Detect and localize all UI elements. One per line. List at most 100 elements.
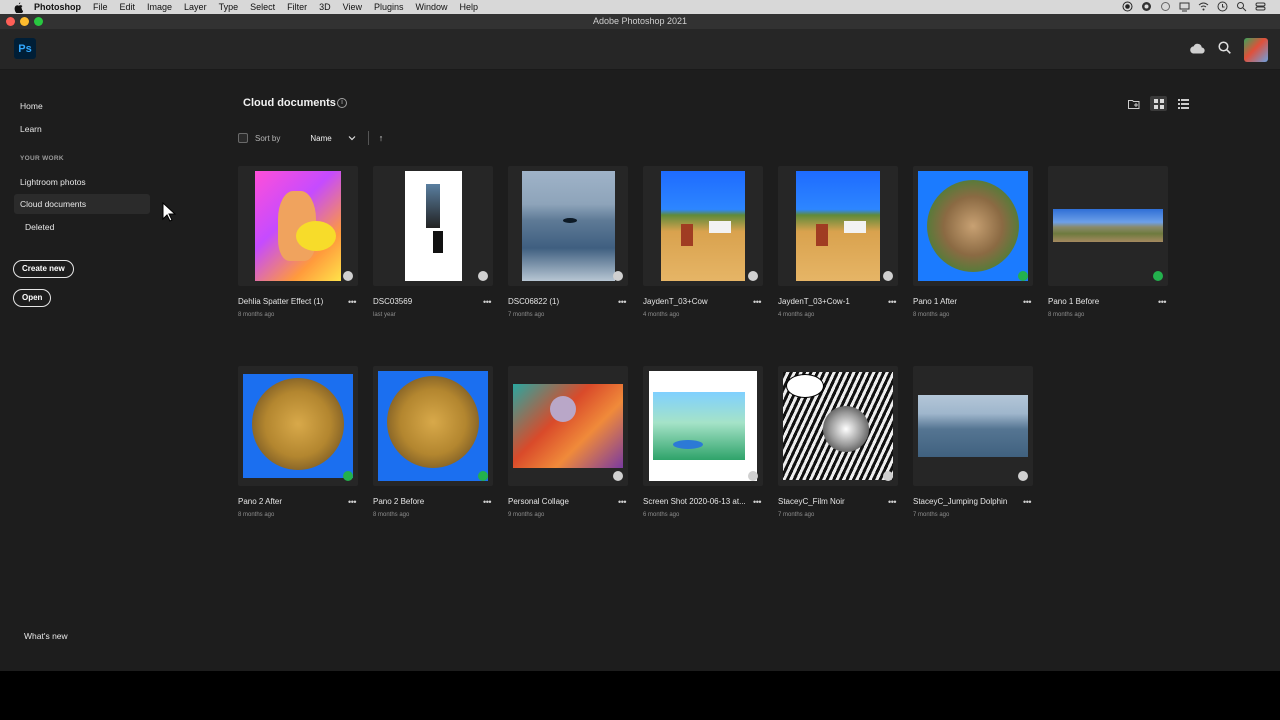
synced-status-icon xyxy=(1018,271,1028,281)
cloud-status-icon xyxy=(748,471,758,481)
new-folder-icon[interactable] xyxy=(1125,96,1142,111)
open-button[interactable]: Open xyxy=(13,289,52,307)
more-options-icon[interactable]: ••• xyxy=(348,497,356,507)
document-thumbnail[interactable] xyxy=(778,366,898,486)
document-name: DSC03569 xyxy=(373,297,413,306)
cloud-status-icon xyxy=(613,271,623,281)
mouse-cursor-icon xyxy=(162,202,176,222)
document-thumbnail[interactable] xyxy=(913,366,1033,486)
avatar[interactable] xyxy=(1244,38,1268,62)
document-date: 4 months ago xyxy=(643,312,680,318)
menu-filter[interactable]: Filter xyxy=(287,0,307,14)
menu-edit[interactable]: Edit xyxy=(120,0,136,14)
menu-help[interactable]: Help xyxy=(460,0,479,14)
document-name: Pano 2 Before xyxy=(373,497,425,506)
wifi-icon[interactable] xyxy=(1198,1,1209,12)
grid-view-icon[interactable] xyxy=(1150,96,1167,111)
record-icon[interactable] xyxy=(1122,1,1133,12)
more-options-icon[interactable]: ••• xyxy=(888,497,896,507)
more-options-icon[interactable]: ••• xyxy=(618,497,626,507)
chevron-down-icon[interactable] xyxy=(348,134,356,142)
document-thumbnail[interactable] xyxy=(238,166,358,286)
list-view-icon[interactable] xyxy=(1175,96,1192,111)
display-icon[interactable] xyxy=(1179,1,1190,12)
cloud-status-icon xyxy=(748,271,758,281)
sort-dropdown[interactable]: Name xyxy=(310,134,331,143)
document-date: 8 months ago xyxy=(238,512,275,518)
select-all-checkbox[interactable] xyxy=(238,133,248,143)
document-name: StaceyC_Film Noir xyxy=(778,497,845,506)
sidebar-item-learn[interactable]: Learn xyxy=(14,119,150,139)
more-options-icon[interactable]: ••• xyxy=(483,497,491,507)
menu-type[interactable]: Type xyxy=(219,0,239,14)
sort-by-label: Sort by xyxy=(255,133,281,143)
minimize-window-button[interactable] xyxy=(20,17,29,26)
divider xyxy=(367,131,369,145)
control-center-icon[interactable] xyxy=(1255,1,1266,12)
create-new-button[interactable]: Create new xyxy=(13,260,74,278)
menu-layer[interactable]: Layer xyxy=(184,0,207,14)
more-options-icon[interactable]: ••• xyxy=(1023,497,1031,507)
sidebar-item-cloud-documents[interactable]: Cloud documents xyxy=(14,194,150,214)
document-date: 8 months ago xyxy=(373,512,410,518)
more-options-icon[interactable]: ••• xyxy=(1023,297,1031,307)
document-thumbnail[interactable] xyxy=(373,166,493,286)
sidebar-item-lightroom-photos[interactable]: Lightroom photos xyxy=(14,172,150,192)
document-thumbnail[interactable] xyxy=(238,366,358,486)
document-thumbnail[interactable] xyxy=(643,166,763,286)
apple-icon[interactable] xyxy=(12,1,24,13)
more-options-icon[interactable]: ••• xyxy=(483,297,491,307)
spotlight-icon[interactable] xyxy=(1236,1,1247,12)
zoom-window-button[interactable] xyxy=(34,17,43,26)
document-thumbnail[interactable] xyxy=(508,166,628,286)
window-title-bar: Adobe Photoshop 2021 xyxy=(0,14,1280,29)
document-thumbnail[interactable] xyxy=(1048,166,1168,286)
menu-image[interactable]: Image xyxy=(147,0,172,14)
close-window-button[interactable] xyxy=(6,17,15,26)
clock-icon[interactable] xyxy=(1217,1,1228,12)
menu-plugins[interactable]: Plugins xyxy=(374,0,404,14)
more-options-icon[interactable]: ••• xyxy=(1158,297,1166,307)
cloud-status-icon xyxy=(883,471,893,481)
bottom-letterbox xyxy=(0,671,1280,720)
sync-icon[interactable] xyxy=(1160,1,1171,12)
menu-3d[interactable]: 3D xyxy=(319,0,331,14)
sort-ascending-icon[interactable]: ↑ xyxy=(379,133,384,143)
menu-view[interactable]: View xyxy=(343,0,362,14)
menu-window[interactable]: Window xyxy=(416,0,448,14)
document-thumbnail[interactable] xyxy=(913,166,1033,286)
more-options-icon[interactable]: ••• xyxy=(753,297,761,307)
document-date: last year xyxy=(373,312,396,318)
page-title: Cloud documents xyxy=(243,97,336,109)
document-date: 7 months ago xyxy=(913,512,950,518)
more-options-icon[interactable]: ••• xyxy=(618,297,626,307)
cloud-status-icon xyxy=(343,271,353,281)
document-date: 8 months ago xyxy=(913,312,950,318)
sidebar-item-home[interactable]: Home xyxy=(14,96,150,116)
menu-photoshop[interactable]: Photoshop xyxy=(34,0,81,14)
document-date: 7 months ago xyxy=(778,512,815,518)
document-name: JaydenT_03+Cow-1 xyxy=(778,297,850,306)
document-thumbnail[interactable] xyxy=(508,366,628,486)
document-thumbnail[interactable] xyxy=(643,366,763,486)
sidebar-item-deleted[interactable]: Deleted xyxy=(19,217,155,237)
document-name: Pano 1 After xyxy=(913,297,958,306)
synced-status-icon xyxy=(343,471,353,481)
cloud-status-icon xyxy=(613,471,623,481)
menu-file[interactable]: File xyxy=(93,0,108,14)
camera-icon[interactable] xyxy=(1141,1,1152,12)
more-options-icon[interactable]: ••• xyxy=(888,297,896,307)
document-date: 8 months ago xyxy=(238,312,275,318)
search-icon[interactable] xyxy=(1218,41,1231,59)
document-thumbnail[interactable] xyxy=(778,166,898,286)
whats-new-link[interactable]: What's new xyxy=(24,631,68,641)
info-icon[interactable]: i xyxy=(337,98,347,108)
more-options-icon[interactable]: ••• xyxy=(348,297,356,307)
document-thumbnail[interactable] xyxy=(373,366,493,486)
cloud-icon[interactable] xyxy=(1189,41,1205,59)
photoshop-logo[interactable]: Ps xyxy=(14,38,36,59)
cloud-status-icon xyxy=(883,271,893,281)
more-options-icon[interactable]: ••• xyxy=(753,497,761,507)
document-date: 7 months ago xyxy=(508,312,545,318)
menu-select[interactable]: Select xyxy=(250,0,275,14)
